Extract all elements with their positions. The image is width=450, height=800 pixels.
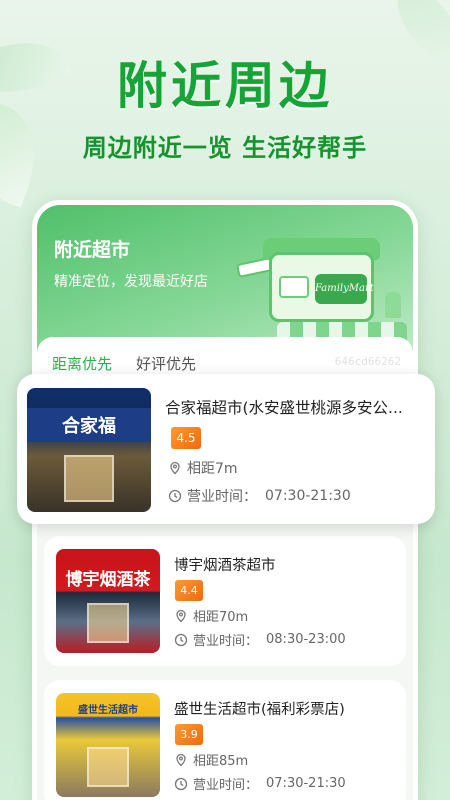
shop-sign-logo: FamilyMart — [315, 274, 374, 304]
location-pin-icon — [170, 461, 180, 475]
store-photo-sign: 合家福 — [27, 408, 151, 442]
tab-rating-first[interactable]: 好评优先 — [136, 353, 196, 374]
hero-subtitle: 周边附近一览 生活好帮手 — [82, 134, 368, 162]
store-name: 盛世生活超市(福利彩票店) — [174, 702, 345, 718]
banner-title: 附近超市 — [54, 239, 131, 261]
clock-icon — [168, 489, 182, 503]
location-pin-icon — [176, 753, 186, 766]
store-photo-sign: 博宇烟酒茶 — [65, 570, 151, 590]
rating-badge: 3.9 — [175, 724, 203, 745]
store-distance-text: 相距7m — [187, 461, 238, 477]
store-photo: 合家福 — [27, 388, 151, 512]
clock-icon — [174, 633, 188, 646]
rating-badge: 4.4 — [175, 580, 203, 601]
store-name: 合家福超市(水安盛世桃源多安公... — [165, 399, 403, 417]
hours-value: 07:30-21:30 — [265, 488, 351, 504]
store-distance-text: 相距70m — [193, 610, 249, 625]
store-photo-door — [87, 603, 129, 643]
store-distance: 相距85m — [174, 750, 248, 769]
location-pin-icon — [176, 609, 186, 622]
tab-distance-first[interactable]: 距离优先 — [52, 353, 112, 374]
watermark-code: 646cd66262 — [334, 355, 401, 368]
hero-title: 附近周边 — [117, 57, 333, 115]
chair-icon — [385, 292, 401, 318]
hours-value: 07:30-21:30 — [266, 776, 346, 791]
store-card[interactable]: 博宇烟酒茶 博宇烟酒茶超市 4.4 相距70m 营业时间： 08:30-23:0… — [44, 536, 406, 666]
store-photo: 博宇烟酒茶 — [56, 549, 160, 653]
category-banner: 附近超市 精准定位，发现最近好店 FamilyMart — [37, 205, 413, 355]
hours-label: 营业时间： — [193, 778, 259, 793]
shop-illustration: FamilyMart — [235, 230, 407, 345]
store-distance-text: 相距85m — [193, 754, 249, 769]
hours-value: 08:30-23:00 — [266, 632, 346, 647]
store-photo-door — [64, 454, 114, 502]
store-photo-sign: 盛世生活超市 — [78, 705, 138, 716]
store-distance: 相距7m — [168, 458, 238, 478]
rating-badge: 4.5 — [171, 427, 201, 449]
store-distance: 相距70m — [174, 606, 248, 625]
shop-screen — [279, 276, 309, 298]
store-card[interactable]: 盛世生活超市 盛世生活超市(福利彩票店) 3.9 相距85m 营业时间： 07:… — [44, 680, 406, 800]
hours-label: 营业时间： — [187, 489, 257, 505]
store-hours: 营业时间： 08:30-23:00 — [174, 630, 346, 649]
store-photo-door — [87, 747, 129, 787]
clock-icon — [174, 777, 188, 790]
banner-subtitle: 精准定位，发现最近好店 — [54, 274, 208, 290]
store-photo: 盛世生活超市 — [56, 693, 160, 797]
hours-label: 营业时间： — [193, 634, 259, 649]
store-hours: 营业时间： 07:30-21:30 — [168, 486, 351, 506]
store-card[interactable]: 合家福 合家福超市(水安盛世桃源多安公... 4.5 相距7m 营业时间： 07… — [17, 374, 435, 524]
store-hours: 营业时间： 07:30-21:30 — [174, 774, 346, 793]
store-name: 博宇烟酒茶超市 — [174, 558, 276, 574]
